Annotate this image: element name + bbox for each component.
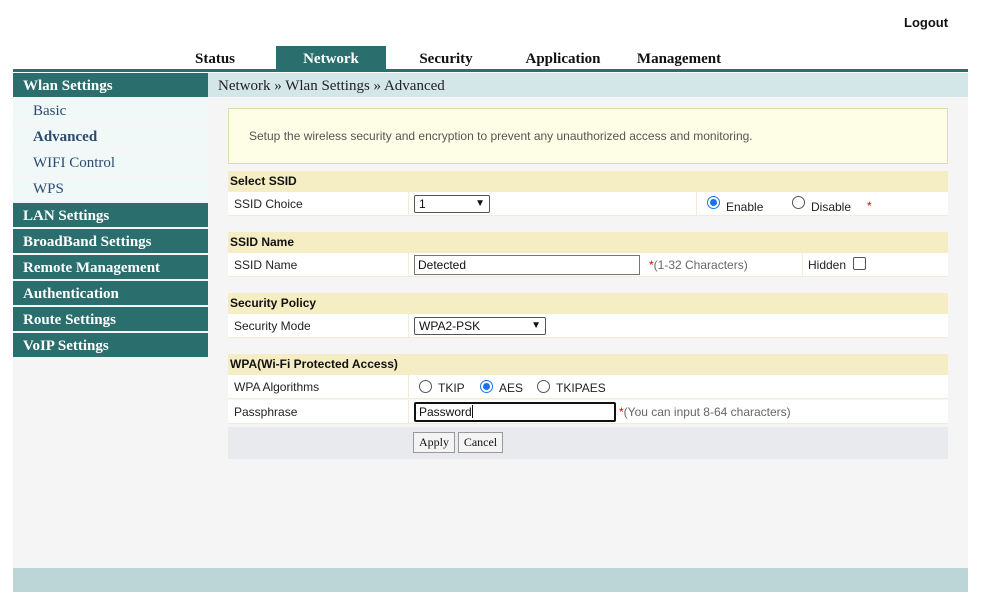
- breadcrumb: Network » Wlan Settings » Advanced: [208, 73, 968, 97]
- hidden-label: Hidden: [808, 258, 847, 272]
- sidebar: Wlan Settings Basic Advanced WIFI Contro…: [13, 73, 208, 568]
- passphrase-hint: *(You can input 8-64 characters): [619, 400, 791, 424]
- info-notice: Setup the wireless security and encrypti…: [228, 108, 948, 164]
- tkip-radio[interactable]: [419, 380, 432, 393]
- wpa-algorithms-label: WPA Algorithms: [234, 380, 320, 394]
- apply-button[interactable]: Apply: [413, 432, 455, 453]
- section-title-security-policy: Security Policy: [228, 293, 948, 314]
- required-marker: *: [867, 199, 872, 213]
- text-caret: [471, 405, 473, 418]
- section-title-ssid-name: SSID Name: [228, 232, 948, 253]
- tab-management[interactable]: Management: [631, 46, 727, 69]
- sidebar-item-wifi-control[interactable]: WIFI Control: [13, 151, 208, 175]
- sidebar-item-route-settings[interactable]: Route Settings: [13, 307, 208, 331]
- ssid-choice-label: SSID Choice: [234, 197, 303, 211]
- section-title-select-ssid: Select SSID: [228, 171, 948, 192]
- security-mode-select[interactable]: WPA2-PSK ▼: [414, 317, 546, 335]
- passphrase-label: Passphrase: [234, 405, 298, 419]
- ssid-enable-radio[interactable]: [707, 196, 720, 209]
- ssid-name-input[interactable]: Detected: [414, 255, 640, 275]
- passphrase-hint-text: (You can input 8-64 characters): [623, 405, 791, 419]
- section-title-wpa: WPA(Wi-Fi Protected Access): [228, 354, 948, 375]
- ssid-name-hint-text: (1-32 Characters): [653, 258, 748, 272]
- logout-link[interactable]: Logout: [904, 15, 948, 30]
- row-ssid-choice: SSID Choice 1 ▼ Enable Disable *: [228, 192, 948, 216]
- tkipaes-label: TKIPAES: [556, 381, 606, 395]
- column-divider: [408, 400, 409, 424]
- sidebar-item-basic[interactable]: Basic: [13, 99, 208, 123]
- row-security-mode: Security Mode WPA2-PSK ▼: [228, 314, 948, 338]
- column-divider: [408, 375, 409, 399]
- ssid-enable-label: Enable: [726, 200, 764, 214]
- sidebar-item-remote-management[interactable]: Remote Management: [13, 255, 208, 279]
- tab-status[interactable]: Status: [183, 46, 247, 69]
- tab-network[interactable]: Network: [276, 46, 386, 69]
- cancel-button[interactable]: Cancel: [458, 432, 503, 453]
- passphrase-input[interactable]: Password: [414, 402, 616, 422]
- ssid-choice-value: 1: [419, 197, 426, 211]
- sidebar-item-lan-settings[interactable]: LAN Settings: [13, 203, 208, 227]
- tab-application[interactable]: Application: [518, 46, 608, 69]
- sidebar-item-broadband-settings[interactable]: BroadBand Settings: [13, 229, 208, 253]
- ssid-disable-radio[interactable]: [792, 196, 805, 209]
- security-mode-value: WPA2-PSK: [419, 319, 481, 333]
- sidebar-item-advanced[interactable]: Advanced: [13, 125, 208, 149]
- footer-bar: [13, 568, 968, 592]
- column-divider: [408, 253, 409, 277]
- row-passphrase: Passphrase Password *(You can input 8-64…: [228, 400, 948, 424]
- row-wpa-algorithms: WPA Algorithms TKIP AES TKIPAES: [228, 375, 948, 399]
- tkip-label: TKIP: [438, 381, 465, 395]
- ssid-name-label: SSID Name: [234, 258, 298, 272]
- top-navigation: Status Network Security Application Mana…: [13, 46, 968, 72]
- security-mode-label: Security Mode: [234, 319, 311, 333]
- sidebar-item-voip-settings[interactable]: VoIP Settings: [13, 333, 208, 357]
- main-content: Network » Wlan Settings » Advanced Setup…: [208, 73, 968, 568]
- ssid-disable-label: Disable: [811, 200, 852, 214]
- aes-label: AES: [499, 381, 524, 395]
- chevron-down-icon: ▼: [475, 198, 485, 209]
- passphrase-value: Password: [419, 405, 472, 419]
- column-divider: [802, 253, 803, 277]
- column-divider: [408, 314, 409, 338]
- ssid-name-hint: *(1-32 Characters): [649, 253, 748, 277]
- column-divider: [408, 192, 409, 216]
- sidebar-item-authentication[interactable]: Authentication: [13, 281, 208, 305]
- tkipaes-radio[interactable]: [537, 380, 550, 393]
- hidden-checkbox[interactable]: [853, 257, 866, 270]
- aes-radio[interactable]: [480, 380, 493, 393]
- chevron-down-icon: ▼: [531, 320, 541, 331]
- button-row: Apply Cancel: [228, 427, 948, 459]
- row-ssid-name: SSID Name Detected *(1-32 Characters) Hi…: [228, 253, 948, 277]
- sidebar-item-wps[interactable]: WPS: [13, 177, 208, 201]
- sidebar-item-wlan-settings[interactable]: Wlan Settings: [13, 73, 208, 97]
- ssid-choice-select[interactable]: 1 ▼: [414, 195, 490, 213]
- column-divider: [696, 192, 697, 216]
- tab-security[interactable]: Security: [408, 46, 484, 69]
